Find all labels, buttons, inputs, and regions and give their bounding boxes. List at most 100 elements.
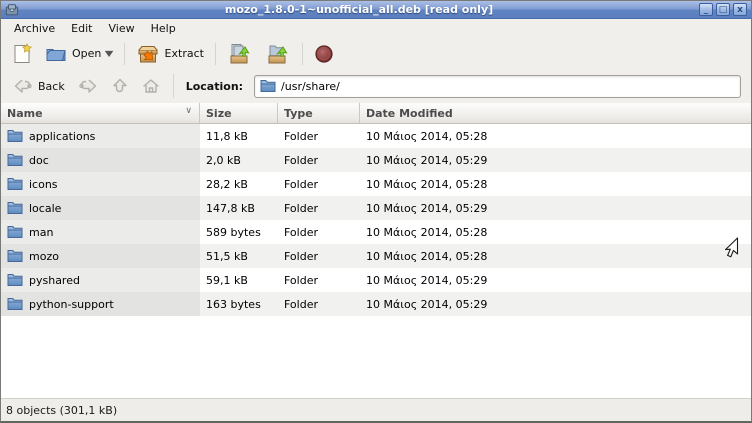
open-button[interactable]: Open ▼ xyxy=(40,42,118,66)
toolbar-separator xyxy=(215,43,216,65)
row-size: 11,8 kB xyxy=(200,124,278,148)
row-date: 10 Μάιος 2014, 05:28 xyxy=(360,172,751,196)
open-button-label: Open xyxy=(72,47,101,60)
location-folder-icon xyxy=(260,78,276,94)
stop-button[interactable] xyxy=(309,41,339,67)
row-date: 10 Μάιος 2014, 05:29 xyxy=(360,196,751,220)
row-date: 10 Μάιος 2014, 05:29 xyxy=(360,292,751,316)
file-list: Name ∨ Size Type Date Modified applicati… xyxy=(1,103,751,398)
sort-descending-icon: ∨ xyxy=(185,106,192,116)
row-size: 28,2 kB xyxy=(200,172,278,196)
menu-help[interactable]: Help xyxy=(143,20,184,37)
row-type: Folder xyxy=(278,124,360,148)
up-button[interactable] xyxy=(106,74,134,98)
add-files-button[interactable] xyxy=(222,40,258,68)
row-name: pyshared xyxy=(29,274,80,287)
row-size: 51,5 kB xyxy=(200,244,278,268)
table-row[interactable]: pyshared 59,1 kB Folder 10 Μάιος 2014, 0… xyxy=(1,268,751,292)
row-name: doc xyxy=(29,154,49,167)
table-row[interactable]: applications 11,8 kB Folder 10 Μάιος 201… xyxy=(1,124,751,148)
row-type: Folder xyxy=(278,172,360,196)
column-header-name[interactable]: Name ∨ xyxy=(1,103,200,123)
new-archive-icon xyxy=(11,43,33,65)
row-type: Folder xyxy=(278,148,360,172)
menu-view[interactable]: View xyxy=(100,20,142,37)
extract-icon xyxy=(136,44,160,64)
add-folder-button[interactable] xyxy=(260,40,296,68)
maximize-button[interactable]: □ xyxy=(716,3,730,16)
toolbar-separator xyxy=(302,43,303,65)
column-header-row: Name ∨ Size Type Date Modified xyxy=(1,103,751,124)
open-folder-icon xyxy=(45,45,67,63)
column-header-type[interactable]: Type xyxy=(278,103,360,123)
row-date: 10 Μάιος 2014, 05:28 xyxy=(360,220,751,244)
add-files-icon xyxy=(227,43,253,65)
row-type: Folder xyxy=(278,220,360,244)
table-row[interactable]: icons 28,2 kB Folder 10 Μάιος 2014, 05:2… xyxy=(1,172,751,196)
folder-icon xyxy=(7,224,23,240)
folder-icon xyxy=(7,152,23,168)
back-button[interactable]: Back xyxy=(8,74,70,98)
window-title: mozo_1.8.0-1~unofficial_all.deb [read on… xyxy=(23,3,695,16)
table-row[interactable]: python-support 163 bytes Folder 10 Μάιος… xyxy=(1,292,751,316)
folder-icon xyxy=(7,200,23,216)
row-type: Folder xyxy=(278,268,360,292)
row-size: 2,0 kB xyxy=(200,148,278,172)
add-folder-icon xyxy=(265,43,291,65)
folder-icon xyxy=(7,272,23,288)
location-value: /usr/share/ xyxy=(281,80,340,93)
toolbar-separator xyxy=(124,43,125,65)
close-button[interactable]: x xyxy=(733,3,747,16)
row-name: python-support xyxy=(29,298,114,311)
row-type: Folder xyxy=(278,292,360,316)
back-arrow-icon xyxy=(13,78,33,94)
folder-icon xyxy=(7,248,23,264)
row-name: applications xyxy=(29,130,95,143)
minimize-button[interactable]: _ xyxy=(699,3,713,16)
column-header-size[interactable]: Size xyxy=(200,103,278,123)
titlebar[interactable]: mozo_1.8.0-1~unofficial_all.deb [read on… xyxy=(1,1,751,19)
row-size: 163 bytes xyxy=(200,292,278,316)
navigation-bar: Back Location: /usr/share/ xyxy=(1,69,751,103)
row-date: 10 Μάιος 2014, 05:29 xyxy=(360,268,751,292)
open-dropdown-chevron-icon[interactable]: ▼ xyxy=(105,49,114,58)
up-arrow-icon xyxy=(111,78,129,94)
folder-icon xyxy=(7,296,23,312)
statusbar: 8 objects (301,1 kB) xyxy=(1,398,751,421)
new-archive-button[interactable] xyxy=(6,40,38,68)
statusbar-text: 8 objects (301,1 kB) xyxy=(6,404,117,417)
row-size: 147,8 kB xyxy=(200,196,278,220)
file-rows: applications 11,8 kB Folder 10 Μάιος 201… xyxy=(1,124,751,398)
archive-window-icon xyxy=(5,3,19,16)
menu-edit[interactable]: Edit xyxy=(63,20,100,37)
home-button[interactable] xyxy=(137,74,165,98)
folder-icon xyxy=(7,128,23,144)
forward-button[interactable] xyxy=(73,74,103,98)
column-header-date-modified[interactable]: Date Modified xyxy=(360,103,751,123)
extract-button-label: Extract xyxy=(165,47,204,60)
row-size: 59,1 kB xyxy=(200,268,278,292)
row-date: 10 Μάιος 2014, 05:28 xyxy=(360,124,751,148)
menu-archive[interactable]: Archive xyxy=(6,20,63,37)
extract-button[interactable]: Extract xyxy=(131,41,209,67)
menubar: Archive Edit View Help xyxy=(1,19,751,38)
row-name: mozo xyxy=(29,250,59,263)
row-name: icons xyxy=(29,178,58,191)
table-row[interactable]: man 589 bytes Folder 10 Μάιος 2014, 05:2… xyxy=(1,220,751,244)
archive-manager-window: mozo_1.8.0-1~unofficial_all.deb [read on… xyxy=(0,0,752,423)
row-name: locale xyxy=(29,202,61,215)
row-type: Folder xyxy=(278,244,360,268)
table-row[interactable]: doc 2,0 kB Folder 10 Μάιος 2014, 05:29 xyxy=(1,148,751,172)
location-input[interactable]: /usr/share/ xyxy=(254,75,741,98)
table-row[interactable]: mozo 51,5 kB Folder 10 Μάιος 2014, 05:28 xyxy=(1,244,751,268)
forward-arrow-icon xyxy=(78,78,98,94)
location-label: Location: xyxy=(182,80,251,93)
folder-icon xyxy=(7,176,23,192)
row-date: 10 Μάιος 2014, 05:28 xyxy=(360,244,751,268)
row-size: 589 bytes xyxy=(200,220,278,244)
toolbar: Open ▼ Extract xyxy=(1,38,751,69)
row-type: Folder xyxy=(278,196,360,220)
back-button-label: Back xyxy=(38,80,65,93)
table-row[interactable]: locale 147,8 kB Folder 10 Μάιος 2014, 05… xyxy=(1,196,751,220)
row-name: man xyxy=(29,226,53,239)
